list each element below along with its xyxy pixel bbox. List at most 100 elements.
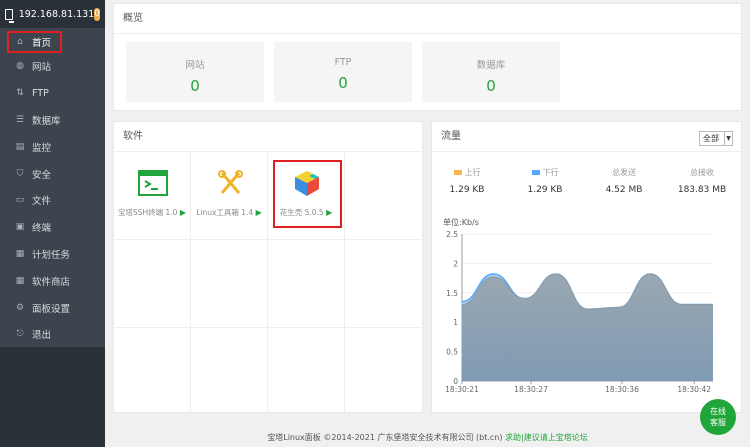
folder-icon: ▭ [15,195,25,206]
series-area-download [462,273,713,381]
sidebar-item-9[interactable]: ▦ 软件商店 [0,267,105,294]
sidebar-item-11[interactable]: ⎋ 退出 [0,321,105,348]
software-slot-empty [114,328,191,416]
overview-card-database[interactable]: 数据库 0 [422,42,560,102]
card-label: 数据库 [476,60,506,71]
gear-icon: ⚙ [15,302,25,313]
footer: 宝塔Linux面板 ©2014-2021 广东堡塔安全技术有限公司 (bt.cn… [105,432,750,443]
software-slot-empty [345,152,422,240]
sidebar-footer [0,347,105,447]
stat-value: 1.29 KB [527,185,563,195]
stat-download: 下行 1.29 KB [510,167,580,195]
legend-swatch-upload [453,170,462,175]
sidebar-item-label: 软件商店 [32,276,71,288]
main-content: 概览 网站 0 FTP 0 数据库 0 软件 宝塔SSH终端 1.0 ▶ Lin… [105,0,750,447]
software-name: 宝塔SSH终端 1.0 ▶ [117,208,187,217]
x-tick-label: 18:30:27 [514,385,548,394]
y-tick-label: 1.5 [446,289,458,298]
card-value: 0 [486,77,496,95]
home-icon: ⌂ [17,37,23,47]
stat-value: 4.52 MB [605,185,643,195]
sidebar-item-label: 终端 [32,223,52,235]
sidebar-item-label: 数据库 [32,115,61,127]
x-tick-label: 18:30:36 [605,385,639,394]
sidebar-item-label: 监控 [32,142,52,154]
stat-upload: 上行 1.29 KB [432,167,502,195]
sidebar-item-label: 首页 [32,38,52,49]
sidebar-item-label: 安全 [32,169,52,181]
sidebar-header: 192.168.81.131 0 [0,0,105,28]
sidebar-item-6[interactable]: ▭ 文件 [0,187,105,214]
sidebar-item-label: 退出 [32,330,52,342]
stat-total-received: 总接收 183.83 MB [667,167,737,195]
stat-value: 1.29 KB [449,185,485,195]
sidebar: 192.168.81.131 0 ⌂ 首页 ◍ 网站 ⇅ FTP ☰ 数据库 ▤ 监控 ⛉ 安全 ▭ 文件… [0,0,105,447]
sidebar-item-7[interactable]: ▣ 终端 [0,214,105,241]
monitor-icon [5,8,14,23]
software-slot-empty [345,240,422,328]
card-value: 0 [338,74,348,92]
tools-icon [218,170,243,194]
globe-icon: ◍ [16,61,24,72]
y-tick-label: 1 [453,318,458,327]
sidebar-item-2[interactable]: ⇅ FTP [0,80,105,107]
software-slot-empty [268,328,345,416]
online-service-button[interactable]: 在线 客服 [700,399,736,435]
y-tick-label: 2.5 [446,230,458,239]
software-slot-empty [191,240,268,328]
software-item-toolbox[interactable]: Linux工具箱 1.4 ▶ [191,152,268,240]
sidebar-item-label: 计划任务 [32,249,71,261]
overview-title: 概览 [114,4,741,34]
legend-swatch-download [531,170,540,175]
grid-icon: ▦ [15,275,25,286]
card-label: 网站 [185,60,205,71]
overview-panel: 概览 网站 0 FTP 0 数据库 0 [113,3,742,111]
software-slot-empty [191,328,268,416]
server-ip: 192.168.81.131 [18,8,95,20]
chevron-down-icon: ▼ [724,132,732,145]
software-slot-empty [268,240,345,328]
play-icon[interactable]: ▶ [180,208,186,217]
ftp-icon: ⇅ [16,88,24,99]
traffic-chart: 00.511.522.518:30:21 18:30:27 18:30:36 18:3… [445,230,713,394]
x-tick-label: 18:30:42 [677,385,711,394]
database-icon: ☰ [15,114,25,125]
sidebar-item-label: 网站 [32,62,52,74]
forum-link[interactable]: 求助|建议请上宝塔论坛 [505,433,588,442]
card-label: FTP [334,57,352,68]
terminal-app-icon [138,170,168,196]
sidebar-item-3[interactable]: ☰ 数据库 [0,107,105,134]
calendar-icon: ▦ [15,248,25,259]
y-tick-label: 0.5 [446,348,458,357]
traffic-panel: 流量 全部 ▼ 上行 1.29 KB 下行 1.29 KB 总发送 4.52 MB… [431,121,742,413]
sidebar-item-4[interactable]: ▤ 监控 [0,133,105,160]
sidebar-item-0[interactable]: ⌂ 首页 [7,31,62,53]
sidebar-item-1[interactable]: ◍ 网站 [0,53,105,80]
software-slot-empty [114,240,191,328]
terminal-icon: ▣ [15,222,25,233]
highlight-box [273,160,342,228]
y-tick-label: 2 [453,259,458,268]
traffic-title: 流量 [432,122,741,152]
sidebar-item-5[interactable]: ⛉ 安全 [0,160,105,187]
x-tick-label: 18:30:21 [445,385,479,394]
software-grid: 宝塔SSH终端 1.0 ▶ Linux工具箱 1.4 ▶ 花生壳 5.0.5 ▶ [114,152,424,416]
overview-card-website[interactable]: 网站 0 [126,42,264,102]
card-value: 0 [190,77,200,95]
monitor-icon: ▤ [15,141,25,152]
sidebar-item-label: 文件 [32,196,52,208]
overview-card-ftp[interactable]: FTP 0 [274,42,412,102]
software-panel: 软件 宝塔SSH终端 1.0 ▶ Linux工具箱 1.4 ▶ 花生壳 5.0.… [113,121,424,416]
software-name: Linux工具箱 1.4 ▶ [196,208,262,217]
traffic-filter-select[interactable]: 全部 ▼ [699,131,733,146]
notification-badge[interactable]: 0 [94,7,100,21]
sidebar-item-label: FTP [32,87,49,99]
sidebar-item-label: 面板设置 [32,303,71,315]
software-item-ssh[interactable]: 宝塔SSH终端 1.0 ▶ [114,152,191,240]
stat-total-sent: 总发送 4.52 MB [589,167,659,195]
sidebar-item-8[interactable]: ▦ 计划任务 [0,241,105,268]
stat-value: 183.83 MB [677,185,727,195]
play-icon[interactable]: ▶ [256,208,262,217]
sidebar-item-10[interactable]: ⚙ 面板设置 [0,294,105,321]
shield-icon: ⛉ [16,168,24,179]
